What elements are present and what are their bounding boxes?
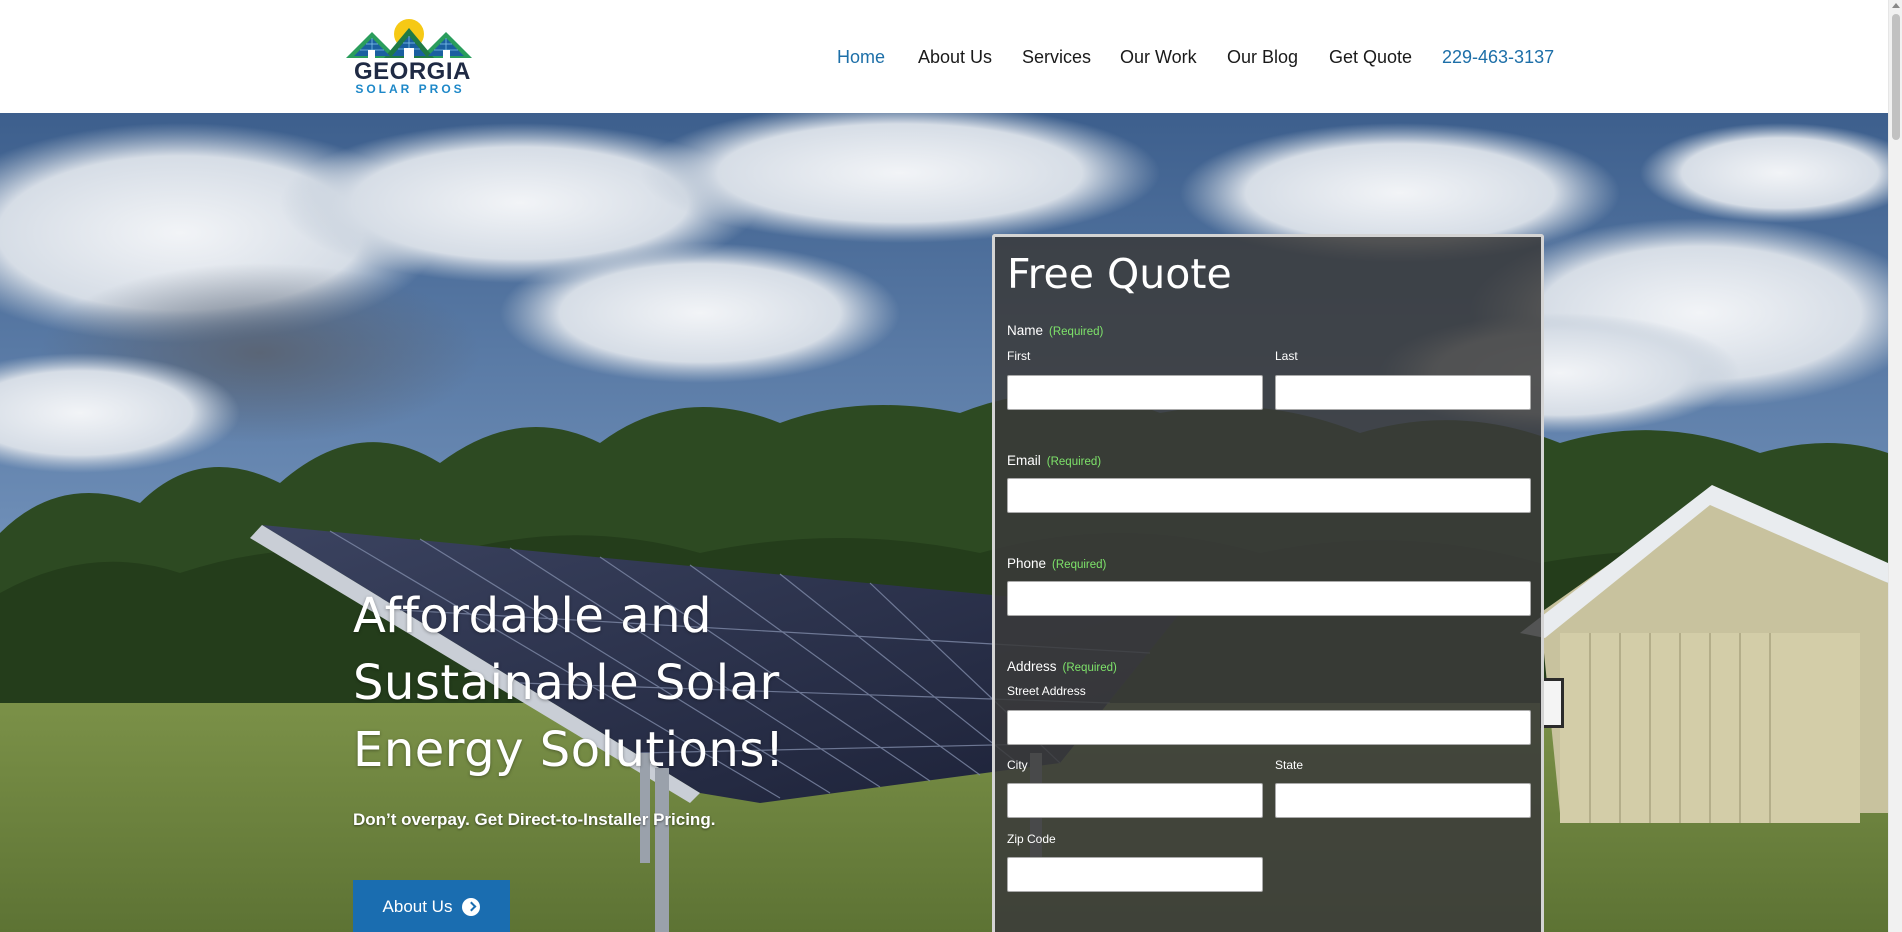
address-label: Address (Required) xyxy=(1007,659,1117,674)
phone-label-text: Phone xyxy=(1007,556,1047,571)
city-sublabel: City xyxy=(1007,758,1028,772)
email-label-text: Email xyxy=(1007,453,1041,468)
hero-subtitle: Don’t overpay. Get Direct-to-Installer P… xyxy=(353,810,716,829)
hero-title-line: Sustainable Solar xyxy=(353,655,780,711)
page-scrollbar[interactable] xyxy=(1888,0,1902,932)
nav-about-us[interactable]: About Us xyxy=(918,44,992,70)
first-name-sublabel: First xyxy=(1007,349,1031,363)
hero-title-line: Energy Solutions! xyxy=(353,722,785,778)
name-label-text: Name xyxy=(1007,323,1044,338)
zip-code-input[interactable] xyxy=(1007,857,1263,892)
form-title: Free Quote xyxy=(1007,250,1232,298)
about-us-button-label: About Us xyxy=(382,897,453,916)
logo-subtext: SOLAR PROS xyxy=(355,82,465,96)
first-name-input[interactable] xyxy=(1007,375,1263,410)
last-name-sublabel: Last xyxy=(1275,349,1298,363)
required-indicator: (Required) xyxy=(1052,559,1107,571)
name-label: Name (Required) xyxy=(1007,323,1103,338)
site-header: GEORGIA SOLAR PROS Home About Us Service… xyxy=(0,0,1888,113)
nav-our-work[interactable]: Our Work xyxy=(1120,44,1197,70)
hero-section: Affordable and Sustainable Solar Energy … xyxy=(0,113,1888,932)
email-label: Email (Required) xyxy=(1007,453,1101,468)
site-logo[interactable]: GEORGIA SOLAR PROS xyxy=(346,16,472,96)
required-indicator: (Required) xyxy=(1062,662,1117,674)
arrow-right-circle-icon xyxy=(462,898,481,916)
required-indicator: (Required) xyxy=(1046,456,1102,468)
zip-code-sublabel: Zip Code xyxy=(1007,832,1056,846)
email-input[interactable] xyxy=(1007,478,1531,513)
required-indicator: (Required) xyxy=(1049,326,1104,338)
nav-phone-link[interactable]: 229-463-3137 xyxy=(1442,44,1554,70)
logo-text: GEORGIA xyxy=(354,58,471,85)
about-us-button[interactable]: About Us xyxy=(353,880,510,932)
street-address-sublabel: Street Address xyxy=(1007,684,1086,698)
hero-title-line: Affordable and xyxy=(353,588,712,644)
house-solar-logo-icon xyxy=(346,19,472,58)
nav-home[interactable]: Home xyxy=(837,44,885,70)
free-quote-form: Free Quote Name (Required) First Last Ema… xyxy=(992,234,1544,932)
hero-title: Affordable and Sustainable Solar Energy … xyxy=(353,583,913,784)
city-input[interactable] xyxy=(1007,783,1263,818)
hero-background-image xyxy=(0,113,1888,932)
phone-input[interactable] xyxy=(1007,581,1531,616)
nav-get-quote[interactable]: Get Quote xyxy=(1329,44,1412,70)
nav-services[interactable]: Services xyxy=(1022,44,1091,70)
scroll-up-arrow-icon[interactable] xyxy=(1892,3,1900,8)
last-name-input[interactable] xyxy=(1275,375,1531,410)
state-sublabel: State xyxy=(1275,758,1304,772)
nav-our-blog[interactable]: Our Blog xyxy=(1227,44,1298,70)
state-input[interactable] xyxy=(1275,783,1531,818)
street-address-input[interactable] xyxy=(1007,710,1531,745)
scrollbar-thumb[interactable] xyxy=(1892,14,1900,140)
address-label-text: Address xyxy=(1007,659,1057,674)
phone-label: Phone (Required) xyxy=(1007,556,1106,571)
